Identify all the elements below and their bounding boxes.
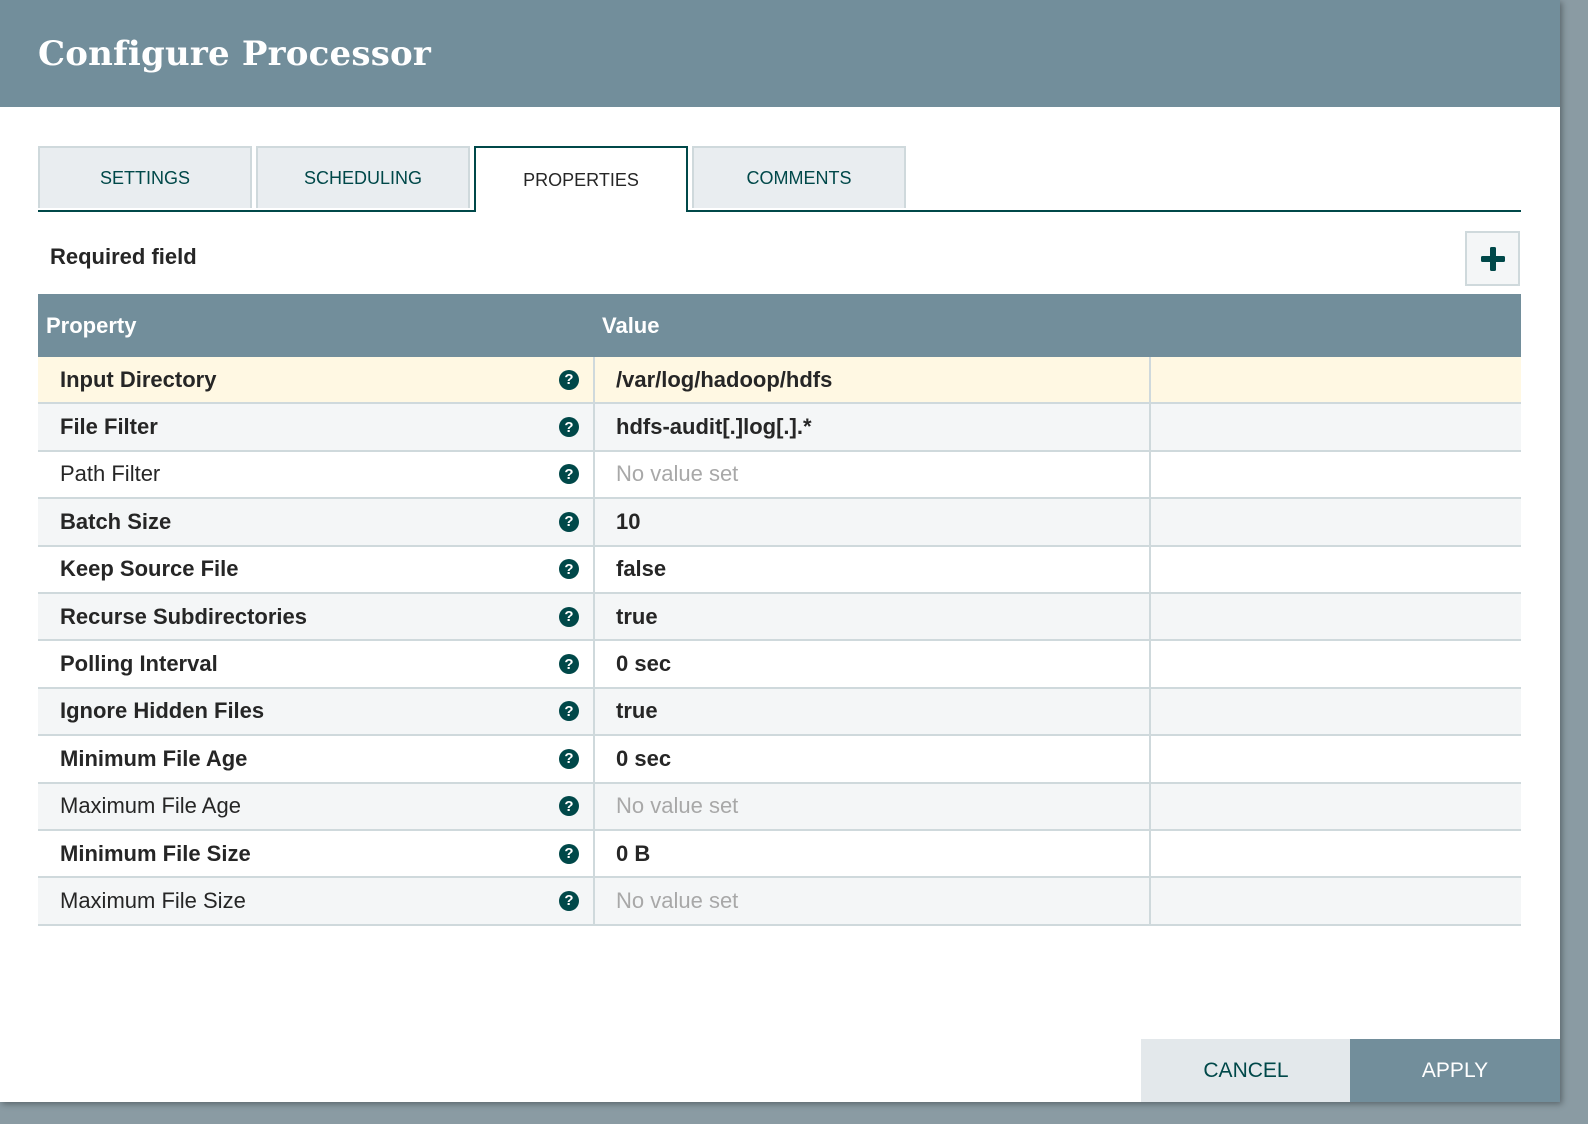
help-icon[interactable]: ? xyxy=(559,701,579,722)
column-header-value: Value xyxy=(602,312,660,338)
property-name: Minimum File Size xyxy=(60,840,251,866)
property-name-cell: Ignore Hidden Files? xyxy=(38,689,593,734)
property-name-cell: Maximum File Age? xyxy=(38,784,593,829)
table-row[interactable]: Ignore Hidden Files? true xyxy=(38,688,1521,737)
help-icon[interactable]: ? xyxy=(559,843,579,864)
table-row[interactable]: Maximum File Age? No value set xyxy=(38,783,1521,831)
row-actions-cell xyxy=(1151,594,1521,639)
property-name-cell: Keep Source File? xyxy=(38,547,593,592)
required-field-label: Required field xyxy=(50,244,197,269)
property-name: Minimum File Age xyxy=(60,745,248,771)
help-icon[interactable]: ? xyxy=(559,559,579,580)
row-actions-cell xyxy=(1151,547,1521,592)
table-row[interactable]: Input Directory?/var/log/hadoop/hdfs xyxy=(38,357,1521,405)
row-actions-cell xyxy=(1151,641,1521,686)
help-icon[interactable]: ? xyxy=(559,796,579,817)
property-name-cell: Batch Size? xyxy=(38,499,593,544)
row-actions-cell xyxy=(1151,784,1521,829)
row-actions-cell xyxy=(1151,357,1521,402)
property-name-cell: Minimum File Age? xyxy=(38,736,593,781)
property-value-cell[interactable]: 0 sec xyxy=(595,641,1149,686)
table-row[interactable]: Minimum File Size? 0 B xyxy=(38,830,1521,879)
help-icon[interactable]: ? xyxy=(559,369,579,390)
property-name: Recurse Subdirectories xyxy=(60,603,307,629)
apply-button[interactable]: APPLY xyxy=(1350,1039,1560,1102)
property-name-cell: File Filter? xyxy=(38,404,593,449)
property-value-cell[interactable]: hdfs-audit[.]log[.].* xyxy=(595,404,1149,449)
tab-bar: SETTINGS SCHEDULING PROPERTIES COMMENTS xyxy=(38,146,1521,212)
table-row[interactable]: Keep Source File? false xyxy=(38,546,1521,594)
row-actions-cell xyxy=(1151,404,1521,449)
row-actions-cell xyxy=(1151,878,1521,923)
help-icon[interactable]: ? xyxy=(559,464,579,485)
row-actions-cell xyxy=(1151,736,1521,781)
property-value-cell[interactable]: 0 sec xyxy=(595,736,1149,781)
property-value-cell[interactable]: No value set xyxy=(595,452,1149,497)
property-name: Keep Source File xyxy=(60,556,239,582)
tab-properties[interactable]: PROPERTIES xyxy=(474,146,688,212)
property-name: Ignore Hidden Files xyxy=(60,698,265,724)
row-actions-cell xyxy=(1151,831,1521,876)
cancel-button[interactable]: CANCEL xyxy=(1141,1039,1351,1102)
tab-scheduling[interactable]: SCHEDULING xyxy=(256,146,470,208)
help-icon[interactable]: ? xyxy=(559,606,579,627)
configure-processor-dialog: Configure Processor SETTINGS SCHEDULING … xyxy=(0,0,1560,1102)
property-name-cell: Input Directory? xyxy=(38,357,593,402)
property-value-cell[interactable]: 0 B xyxy=(595,831,1149,876)
tab-comments[interactable]: COMMENTS xyxy=(692,146,906,208)
property-name: Batch Size xyxy=(60,508,172,534)
help-icon[interactable]: ? xyxy=(559,417,579,438)
row-actions-cell xyxy=(1151,499,1521,544)
table-row[interactable]: Recurse Subdirectories? true xyxy=(38,593,1521,642)
property-name-cell: Recurse Subdirectories? xyxy=(38,594,593,639)
table-row[interactable]: Minimum File Age? 0 sec xyxy=(38,736,1521,784)
dialog-title: Configure Processor xyxy=(38,33,432,74)
table-row[interactable]: Batch Size? 10 xyxy=(38,499,1521,547)
property-name: Path Filter xyxy=(60,461,161,487)
property-name-cell: Polling Interval? xyxy=(38,641,593,686)
row-actions-cell xyxy=(1151,689,1521,734)
property-value-cell[interactable]: /var/log/hadoop/hdfs xyxy=(595,357,1149,402)
property-value-cell[interactable]: No value set xyxy=(595,878,1149,923)
property-value-cell[interactable]: 10 xyxy=(595,499,1149,544)
property-value-cell[interactable]: false xyxy=(595,547,1149,592)
row-actions-cell xyxy=(1151,452,1521,497)
table-row[interactable]: Polling Interval? 0 sec xyxy=(38,641,1521,689)
property-name: Input Directory xyxy=(60,366,217,392)
help-icon[interactable]: ? xyxy=(559,890,579,911)
property-name-cell: Minimum File Size? xyxy=(38,831,593,876)
property-name: File Filter xyxy=(60,414,158,440)
property-name-cell: Path Filter? xyxy=(38,452,593,497)
dialog-header: Configure Processor xyxy=(0,0,1560,107)
property-name: Maximum File Age xyxy=(60,793,241,819)
property-name-cell: Maximum File Size? xyxy=(38,878,593,923)
properties-table: Property Value Input Directory?/var/log/… xyxy=(38,294,1521,926)
property-value-cell[interactable]: true xyxy=(595,594,1149,639)
column-header-property: Property xyxy=(46,312,137,338)
add-property-button[interactable] xyxy=(1465,231,1520,286)
help-icon[interactable]: ? xyxy=(559,511,579,532)
tab-settings[interactable]: SETTINGS xyxy=(38,146,252,208)
help-icon[interactable]: ? xyxy=(559,748,579,769)
plus-icon xyxy=(1480,246,1505,271)
property-name: Maximum File Size xyxy=(60,887,246,913)
table-body: Input Directory?/var/log/hadoop/hdfs File… xyxy=(38,357,1521,926)
table-row[interactable]: File Filter? hdfs-audit[.]log[.].* xyxy=(38,404,1521,452)
help-icon[interactable]: ? xyxy=(559,654,579,675)
property-name: Polling Interval xyxy=(60,651,218,677)
property-value-cell[interactable]: true xyxy=(595,689,1149,734)
table-header: Property Value xyxy=(38,294,1521,357)
table-row[interactable]: Maximum File Size? No value set xyxy=(38,878,1521,926)
property-value-cell[interactable]: No value set xyxy=(595,784,1149,829)
table-row[interactable]: Path Filter? No value set xyxy=(38,451,1521,500)
